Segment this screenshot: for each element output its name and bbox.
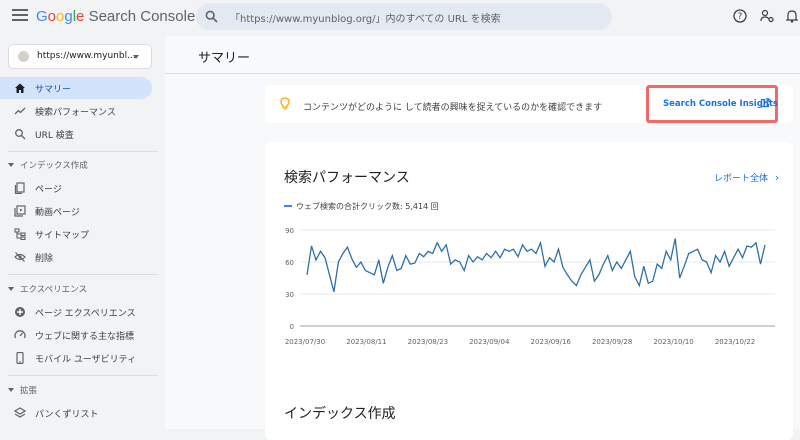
chart-legend: ウェブ検索の合計クリック数: 5,414 回 xyxy=(284,201,439,212)
sidebar-divider xyxy=(8,274,158,275)
vitals-icon xyxy=(14,330,26,339)
sidebar-divider xyxy=(8,375,158,376)
lightbulb-icon xyxy=(280,97,290,110)
sidebar-item-label: モバイル ユーザビリティ xyxy=(35,355,137,365)
insights-text: コンテンツがどのように して読者の興味を捉えているのかを確認できます xyxy=(303,103,603,113)
sidebar-item-page-experience[interactable]: ページ エクスペリエンス xyxy=(0,301,152,323)
sidebar-item-pages[interactable]: ページ xyxy=(0,177,152,199)
notifications-icon[interactable] xyxy=(786,9,798,23)
search-input[interactable]: 「https://www.myunblog.org/」内のすべての URL を検… xyxy=(196,3,612,30)
x-tick-label: 2023/08/11 xyxy=(346,338,386,346)
sidebar: https://www.myunbl... サマリー 検索パフォーマンス URL… xyxy=(0,36,165,429)
chevron-down-icon xyxy=(8,163,14,167)
x-tick-label: 2023/09/04 xyxy=(469,338,510,346)
full-report-link[interactable]: レポート全体 › xyxy=(714,171,779,184)
property-selector[interactable]: https://www.myunbl... xyxy=(8,44,152,69)
chevron-down-icon xyxy=(8,388,14,392)
property-avatar xyxy=(18,51,29,62)
y-tick-label: 60 xyxy=(285,259,294,267)
y-tick-label: 0 xyxy=(290,323,294,331)
performance-title: 検索パフォーマンス xyxy=(284,170,410,186)
top-bar: Google Search Console 「https://www.myunb… xyxy=(0,0,800,36)
sidebar-item-label: サマリー xyxy=(35,85,72,95)
video-icon xyxy=(14,205,26,217)
title-divider xyxy=(165,73,800,74)
sidebar-item-label: サイトマップ xyxy=(35,231,90,241)
x-tick-label: 2023/10/10 xyxy=(653,338,693,346)
clicks-series-line xyxy=(306,238,766,293)
section-index[interactable]: インデックス作成 xyxy=(8,159,88,171)
sidebar-item-mobile-usability[interactable]: モバイル ユーザビリティ xyxy=(0,347,152,369)
home-icon xyxy=(15,83,25,93)
chevron-right-icon: › xyxy=(774,171,780,184)
svg-text:?: ? xyxy=(738,12,743,22)
legend-swatch xyxy=(284,205,292,207)
sidebar-item-removals[interactable]: 削除 xyxy=(0,246,152,268)
property-url: https://www.myunbl... xyxy=(37,51,136,61)
sidebar-item-label: ページ エクスペリエンス xyxy=(35,309,136,319)
menu-icon[interactable] xyxy=(12,9,28,23)
sidebar-item-label: URL 検査 xyxy=(35,131,74,141)
page-title: サマリー xyxy=(198,51,251,66)
index-card: インデックス作成 xyxy=(265,380,793,440)
app-logo[interactable]: Google Search Console xyxy=(36,8,195,25)
help-icon[interactable]: ? xyxy=(733,9,747,23)
experience-icon xyxy=(15,307,25,317)
x-tick-label: 2023/09/16 xyxy=(531,338,572,346)
section-extensions[interactable]: 拡張 xyxy=(8,384,37,396)
sidebar-item-label: ウェブに関する主な指標 xyxy=(35,332,135,342)
mobile-icon xyxy=(16,352,24,364)
open-in-new-icon[interactable] xyxy=(760,98,770,108)
sidebar-item-label: パンくずリスト xyxy=(35,410,99,420)
chevron-down-icon xyxy=(8,287,14,291)
chevron-down-icon xyxy=(133,55,139,59)
sidebar-item-label: 削除 xyxy=(35,254,54,264)
search-placeholder: 「https://www.myunblog.org/」内のすべての URL を検… xyxy=(230,14,501,25)
user-settings-icon[interactable] xyxy=(760,9,774,23)
y-tick-label: 90 xyxy=(285,227,294,235)
x-tick-label: 2023/07/30 xyxy=(285,338,325,346)
x-tick-label: 2023/08/23 xyxy=(408,338,448,346)
performance-chart: 90 60 30 0 2023/07/30 2023/08/11 2023/08/23 202… xyxy=(285,227,775,346)
sidebar-divider xyxy=(8,151,158,152)
performance-card: 検索パフォーマンス レポート全体 › ウェブ検索の合計クリック数: 5,414 … xyxy=(265,142,793,398)
sidebar-item-label: 動画ページ xyxy=(35,208,80,218)
search-icon xyxy=(205,10,218,23)
sidebar-item-summary[interactable]: サマリー xyxy=(0,77,152,99)
index-title: インデックス作成 xyxy=(284,406,396,422)
section-experience[interactable]: エクスペリエンス xyxy=(8,283,87,295)
product-name: Search Console xyxy=(88,8,196,25)
sidebar-item-label: 検索パフォーマンス xyxy=(35,108,116,118)
sidebar-item-label: ページ xyxy=(35,185,62,195)
sidebar-item-breadcrumbs[interactable]: パンくずリスト xyxy=(0,402,152,424)
x-tick-label: 2023/09/28 xyxy=(592,338,632,346)
y-tick-label: 30 xyxy=(285,291,294,299)
sidebar-item-performance[interactable]: 検索パフォーマンス xyxy=(0,100,152,122)
sidebar-item-video-pages[interactable]: 動画ページ xyxy=(0,200,152,222)
search-icon xyxy=(15,129,26,140)
sidebar-item-sitemap[interactable]: サイトマップ xyxy=(0,223,152,245)
sitemap-icon xyxy=(14,228,26,240)
removal-icon xyxy=(14,252,26,262)
x-tick-label: 2023/10/22 xyxy=(715,338,755,346)
insights-highlight: Search Console Insights xyxy=(646,85,778,123)
trending-icon xyxy=(14,107,26,115)
main-content: サマリー コンテンツがどのように して読者の興味を捉えているのかを確認できます … xyxy=(165,36,800,440)
sidebar-item-url-inspection[interactable]: URL 検査 xyxy=(0,123,152,145)
layers-icon xyxy=(14,407,26,418)
sidebar-item-core-web-vitals[interactable]: ウェブに関する主な指標 xyxy=(0,324,152,346)
pages-icon xyxy=(14,182,25,194)
